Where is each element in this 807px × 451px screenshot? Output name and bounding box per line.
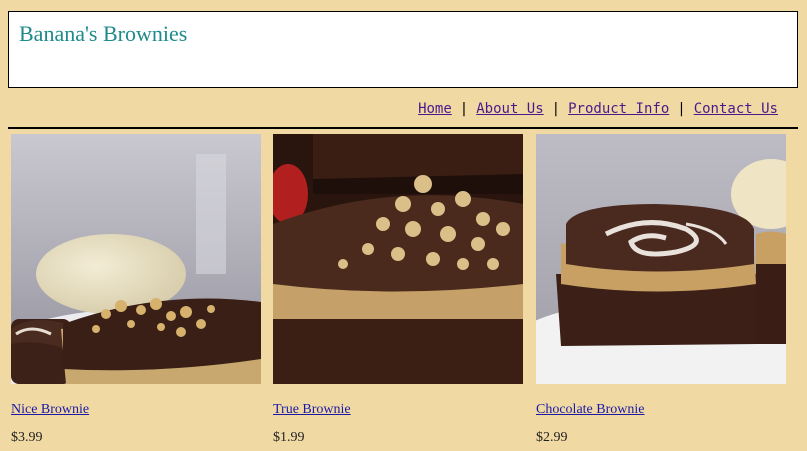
product-link[interactable]: True Brownie — [273, 402, 351, 418]
product-price: $2.99 — [536, 430, 568, 445]
nav-separator: | — [551, 101, 561, 117]
nav-link-home[interactable]: Home — [418, 101, 452, 117]
nav-link-product-info[interactable]: Product Info — [568, 101, 669, 117]
brownie-closeup-nuts-photo[interactable] — [273, 134, 523, 384]
site-header: Banana's Brownies — [8, 11, 798, 88]
main-nav: Home | About Us | Product Info | Contact Us — [418, 101, 778, 117]
product-card: True Brownie $1.99 — [273, 134, 523, 445]
product-link[interactable]: Nice Brownie — [11, 402, 89, 418]
nav-separator: | — [459, 101, 469, 117]
product-price: $3.99 — [11, 430, 43, 445]
brownie-swirl-peanut-butter-photo[interactable] — [536, 134, 786, 384]
site-title: Banana's Brownies — [19, 21, 188, 46]
product-card: Nice Brownie $3.99 — [11, 134, 261, 445]
product-card: Chocolate Brownie $2.99 — [536, 134, 786, 445]
product-link[interactable]: Chocolate Brownie — [536, 402, 644, 418]
nav-link-about-us[interactable]: About Us — [476, 101, 543, 117]
nav-link-contact-us[interactable]: Contact Us — [694, 101, 778, 117]
nav-separator: | — [677, 101, 686, 117]
brownie-with-nuts-photo[interactable] — [11, 134, 261, 384]
header-divider — [8, 127, 798, 129]
product-price: $1.99 — [273, 430, 305, 445]
